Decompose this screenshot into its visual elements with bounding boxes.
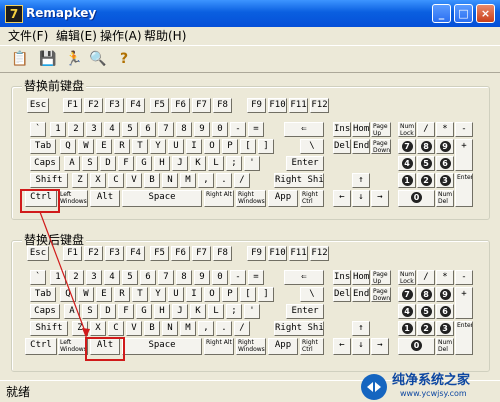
- watermark: 纯净系统之家 www.ycwjsy.com: [360, 372, 500, 402]
- mapping-arrow: [39, 211, 90, 338]
- status-text: 就绪: [6, 385, 31, 399]
- remapkey-window: 7 Remapkey _ □ × 文件(F) 编辑(E) 操作(A) 帮助(H)…: [0, 0, 500, 402]
- watermark-logo-icon: [361, 374, 387, 400]
- watermark-title: 纯净系统之家: [392, 373, 471, 388]
- watermark-url: www.ycwjsy.com: [400, 389, 467, 398]
